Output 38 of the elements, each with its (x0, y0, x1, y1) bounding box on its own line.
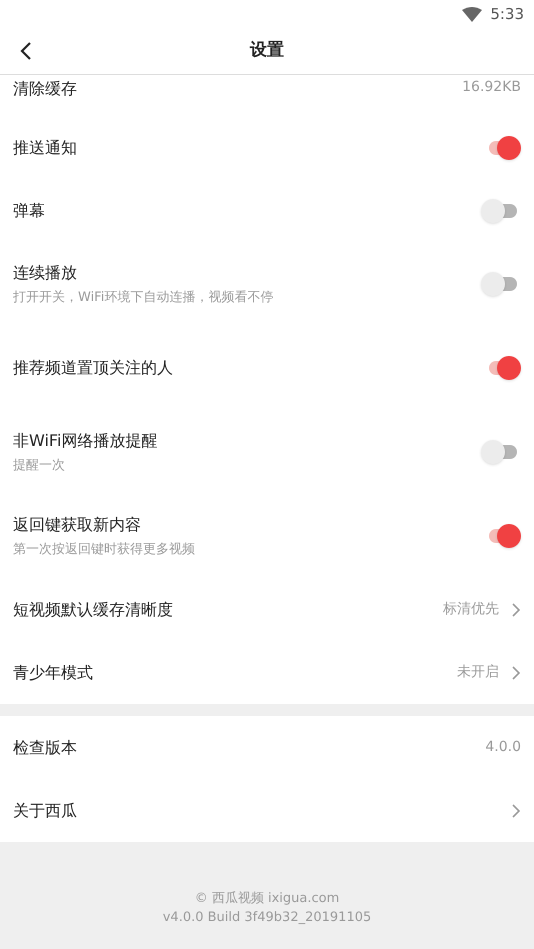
setting-value: 标清优先 (443, 600, 499, 619)
setting-title: 关于西瓜 (13, 800, 78, 822)
settings-row[interactable]: 返回键获取新内容 第一次按返回键时获得更多视频 (0, 494, 534, 578)
setting-subtitle: 打开开关，WiFi环境下自动连播，视频看不停 (13, 288, 274, 307)
chevron-right-icon (511, 802, 521, 818)
setting-title: 连续播放 (13, 262, 78, 284)
settings-row[interactable]: 青少年模式 未开启 (0, 641, 534, 704)
setting-title: 推荐频道置顶关注的人 (13, 357, 174, 379)
page-title: 设置 (250, 39, 284, 62)
wifi-icon (462, 6, 482, 22)
settings-row[interactable]: 短视频默认缓存清晰度 标清优先 (0, 578, 534, 641)
setting-title: 青少年模式 (13, 662, 94, 684)
setting-title: 非WiFi网络播放提醒 (13, 430, 158, 452)
settings-row[interactable]: 非WiFi网络播放提醒 提醒一次 (0, 410, 534, 494)
settings-row[interactable]: 关于西瓜 (0, 779, 534, 842)
settings-row[interactable]: 推荐频道置顶关注的人 (0, 326, 534, 410)
settings-row[interactable]: 推送通知 (0, 116, 534, 179)
setting-title: 清除缓存 (13, 78, 78, 100)
setting-value: 4.0.0 (485, 738, 521, 757)
setting-title: 检查版本 (13, 736, 78, 758)
back-icon[interactable] (20, 41, 32, 61)
footer-text: v4.0.0 Build 3f49b32_20191105 (162, 909, 372, 927)
setting-subtitle: 提醒一次 (13, 456, 66, 475)
setting-title: 返回键获取新内容 (13, 514, 142, 536)
settings-row[interactable]: 连续播放 打开开关，WiFi环境下自动连播，视频看不停 (0, 242, 534, 326)
setting-title: 推送通知 (13, 136, 78, 158)
setting-value: 未开启 (457, 663, 499, 682)
chevron-right-icon (511, 602, 521, 618)
footer-text: © 西瓜视频 ixigua.com (194, 890, 340, 908)
setting-value: 16.92KB (462, 78, 521, 97)
settings-row[interactable]: 弹幕 (0, 179, 534, 242)
settings-row[interactable]: 清除缓存 16.92KB (0, 75, 534, 116)
setting-title: 弹幕 (13, 200, 46, 222)
chevron-right-icon (511, 664, 521, 680)
settings-row[interactable]: 检查版本 4.0.0 (0, 716, 534, 779)
setting-title: 短视频默认缓存清晰度 (13, 598, 174, 620)
setting-subtitle: 第一次按返回键时获得更多视频 (13, 540, 196, 559)
status-time: 5:33 (490, 4, 524, 25)
